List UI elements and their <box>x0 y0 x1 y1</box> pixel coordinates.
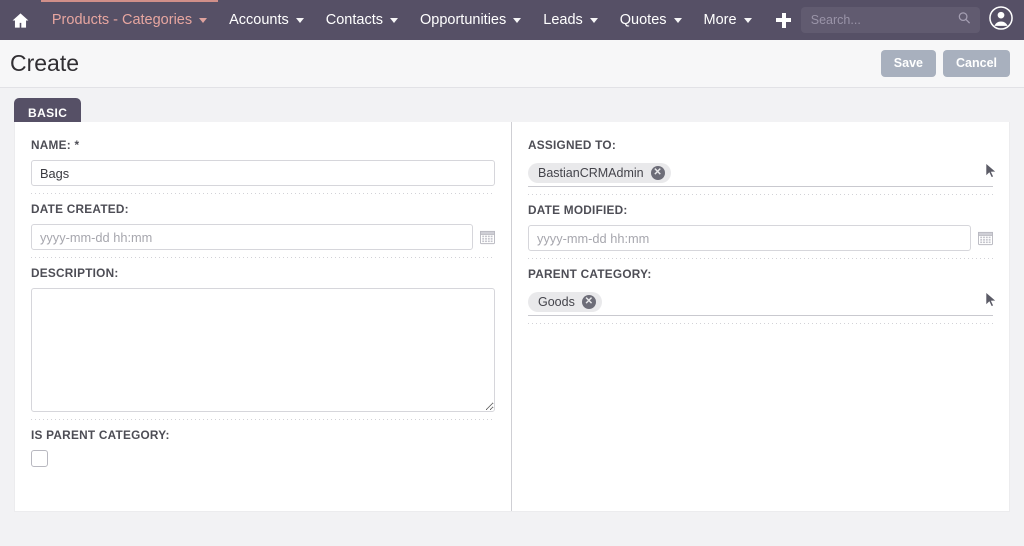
top-navbar: Products - Categories Accounts Contacts … <box>0 0 1024 40</box>
nav-item-accounts[interactable]: Accounts <box>218 0 315 40</box>
nav-item-products-categories[interactable]: Products - Categories <box>40 0 219 40</box>
nav-label: Leads <box>543 12 583 28</box>
save-button[interactable]: Save <box>880 50 936 77</box>
field-parent-category: PARENT CATEGORY: Goods ✕ <box>528 267 998 324</box>
field-date-modified: DATE MODIFIED: <box>528 203 993 259</box>
field-parent-category-label: PARENT CATEGORY: <box>528 267 652 281</box>
chevron-down-icon <box>199 17 208 23</box>
name-input[interactable] <box>31 160 495 186</box>
field-description: DESCRIPTION: <box>31 266 495 420</box>
global-search[interactable] <box>800 7 981 33</box>
chevron-down-icon <box>673 17 682 23</box>
form-column-right: ASSIGNED TO: BastianCRMAdmin ✕ DATE MODI… <box>512 122 1009 511</box>
cursor-arrow-icon[interactable] <box>984 291 999 313</box>
header-actions: Save Cancel <box>880 50 1010 77</box>
field-is-parent-category: IS PARENT CATEGORY: <box>31 428 495 475</box>
nav-item-contacts[interactable]: Contacts <box>315 0 409 40</box>
field-is-parent-category-label: IS PARENT CATEGORY: <box>31 428 170 442</box>
chevron-down-icon <box>390 17 398 23</box>
assigned-to-tag-label: BastianCRMAdmin <box>538 166 644 180</box>
description-textarea[interactable] <box>31 288 495 412</box>
is-parent-category-checkbox[interactable] <box>31 450 48 467</box>
tab-strip: BASIC <box>0 88 1024 129</box>
cancel-button[interactable]: Cancel <box>943 50 1010 77</box>
field-description-label: DESCRIPTION: <box>31 266 119 280</box>
chevron-down-icon <box>295 17 304 23</box>
chevron-down-icon <box>513 17 522 23</box>
field-name-label: NAME: * <box>31 138 80 152</box>
user-menu-button[interactable] <box>984 0 1018 40</box>
nav-item-leads[interactable]: Leads <box>532 0 609 40</box>
user-avatar-icon <box>988 5 1014 36</box>
page-header: Create Save Cancel <box>0 40 1024 88</box>
date-created-row <box>31 224 495 250</box>
date-created-input[interactable] <box>31 224 473 250</box>
date-modified-row <box>528 225 993 251</box>
remove-parent-category-icon[interactable]: ✕ <box>581 295 596 309</box>
home-button[interactable] <box>0 0 41 40</box>
date-modified-input[interactable] <box>528 225 971 251</box>
form-column-left: NAME: * DATE CREATED: <box>15 122 512 511</box>
cursor-arrow-icon[interactable] <box>984 162 999 184</box>
calendar-icon[interactable] <box>479 229 495 245</box>
assigned-to-relate-field[interactable]: BastianCRMAdmin ✕ <box>528 160 998 187</box>
page-title: Create <box>10 50 80 76</box>
nav-item-opportunities[interactable]: Opportunities <box>409 0 532 40</box>
nav-item-quotes[interactable]: Quotes <box>609 0 693 40</box>
field-assigned-to: ASSIGNED TO: BastianCRMAdmin ✕ <box>528 138 998 195</box>
search-input[interactable] <box>800 7 981 33</box>
field-date-modified-label: DATE MODIFIED: <box>528 203 628 217</box>
assigned-to-tag: BastianCRMAdmin ✕ <box>528 163 671 183</box>
field-assigned-to-label: ASSIGNED TO: <box>528 138 616 152</box>
home-icon <box>11 11 30 30</box>
parent-category-relate-field[interactable]: Goods ✕ <box>528 289 998 316</box>
field-name: NAME: * <box>31 138 495 194</box>
nav-label: Accounts <box>229 12 289 28</box>
nav-label: Contacts <box>325 12 383 28</box>
nav-label: More <box>703 12 737 28</box>
calendar-icon[interactable] <box>977 230 993 246</box>
required-marker: * <box>74 138 80 152</box>
record-form-panel: NAME: * DATE CREATED: <box>14 122 1010 512</box>
chevron-down-icon <box>743 17 752 23</box>
nav-label: Products - Categories <box>51 12 193 28</box>
plus-icon <box>776 12 792 28</box>
parent-category-tag-label: Goods <box>538 295 575 309</box>
quick-create-button[interactable] <box>769 0 799 40</box>
remove-assigned-to-icon[interactable]: ✕ <box>650 166 665 180</box>
parent-category-tag: Goods ✕ <box>528 292 602 312</box>
chevron-down-icon <box>589 17 598 23</box>
nav-label: Quotes <box>619 12 667 28</box>
field-date-created-label: DATE CREATED: <box>31 202 129 216</box>
nav-item-more[interactable]: More <box>693 0 763 40</box>
nav-label: Opportunities <box>420 12 507 28</box>
field-date-created: DATE CREATED: <box>31 202 495 258</box>
